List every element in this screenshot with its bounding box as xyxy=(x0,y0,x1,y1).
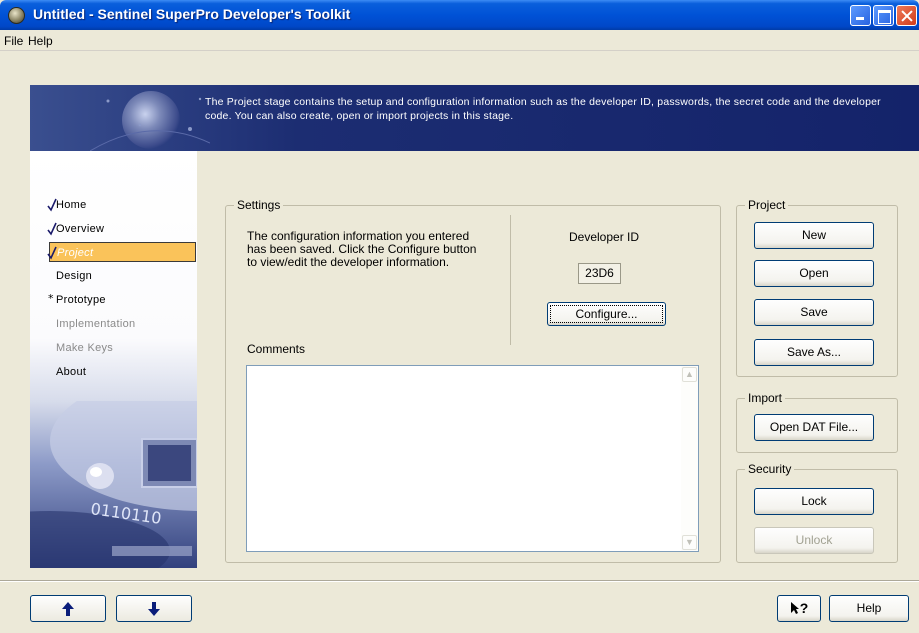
minimize-button[interactable] xyxy=(850,5,871,26)
comments-label: Comments xyxy=(247,342,306,356)
stage-banner: The Project stage contains the setup and… xyxy=(30,85,919,151)
lock-button[interactable]: Lock xyxy=(754,488,874,515)
next-stage-button[interactable] xyxy=(116,595,192,622)
settings-divider xyxy=(510,215,511,345)
project-group-label: Project xyxy=(745,198,789,212)
app-icon xyxy=(8,7,25,24)
application-window: Untitled - Sentinel SuperPro Developer's… xyxy=(0,0,919,633)
help-button[interactable]: Help xyxy=(829,595,909,622)
nav-item-prototype[interactable]: Prototype xyxy=(54,290,197,310)
previous-stage-button[interactable] xyxy=(30,595,106,622)
check-icon xyxy=(47,246,57,260)
close-button[interactable] xyxy=(896,5,917,26)
arrow-down-icon xyxy=(148,602,160,616)
configure-button[interactable]: Configure... xyxy=(547,302,666,326)
save-as-project-button[interactable]: Save As... xyxy=(754,339,874,366)
nav-item-overview[interactable]: Overview xyxy=(54,219,197,239)
menu-help[interactable]: Help xyxy=(28,34,53,48)
new-project-button[interactable]: New xyxy=(754,222,874,249)
nav-item-project[interactable]: Project xyxy=(49,242,196,262)
menu-bar: File Help xyxy=(0,30,919,51)
scroll-down-icon[interactable]: ▼ xyxy=(682,535,697,550)
nav-item-make-keys: Make Keys xyxy=(56,342,114,354)
context-help-button[interactable]: ? xyxy=(777,595,821,622)
stage-nav-panel: 0110110 * Home Overview Project Design P… xyxy=(30,151,197,568)
nav-item-home[interactable]: Home xyxy=(54,195,197,215)
settings-message: The configuration information you entere… xyxy=(247,229,477,269)
maximize-button[interactable] xyxy=(873,5,894,26)
security-group-label: Security xyxy=(745,462,795,476)
stage-description: The Project stage contains the setup and… xyxy=(205,96,881,122)
nav-item-implementation: Implementation xyxy=(56,318,136,330)
open-dat-file-button[interactable]: Open DAT File... xyxy=(754,414,874,441)
title-bar[interactable]: Untitled - Sentinel SuperPro Developer's… xyxy=(0,0,919,30)
comments-textarea[interactable]: ▲ ▼ xyxy=(246,365,699,552)
menu-file[interactable]: File xyxy=(4,34,23,48)
settings-group-label: Settings xyxy=(234,198,284,212)
computer-graphic: 0110110 xyxy=(30,401,197,568)
unlock-button: Unlock xyxy=(754,527,874,554)
scroll-up-icon[interactable]: ▲ xyxy=(682,367,697,382)
arrow-up-icon xyxy=(62,602,74,616)
open-project-button[interactable]: Open xyxy=(754,260,874,287)
window-title: Untitled - Sentinel SuperPro Developer's… xyxy=(33,6,351,22)
comments-scrollbar[interactable]: ▲ ▼ xyxy=(681,366,698,551)
nav-item-about[interactable]: About xyxy=(54,362,197,382)
save-project-button[interactable]: Save xyxy=(754,299,874,326)
context-help-label: ? xyxy=(799,600,809,616)
pointer-question-icon xyxy=(790,602,799,614)
developer-id-value: 23D6 xyxy=(578,263,621,284)
nav-item-design[interactable]: Design xyxy=(54,266,197,286)
bottom-divider xyxy=(0,580,919,582)
banner-decoration xyxy=(90,97,210,151)
developer-id-label: Developer ID xyxy=(569,230,640,244)
import-group-label: Import xyxy=(745,391,786,405)
